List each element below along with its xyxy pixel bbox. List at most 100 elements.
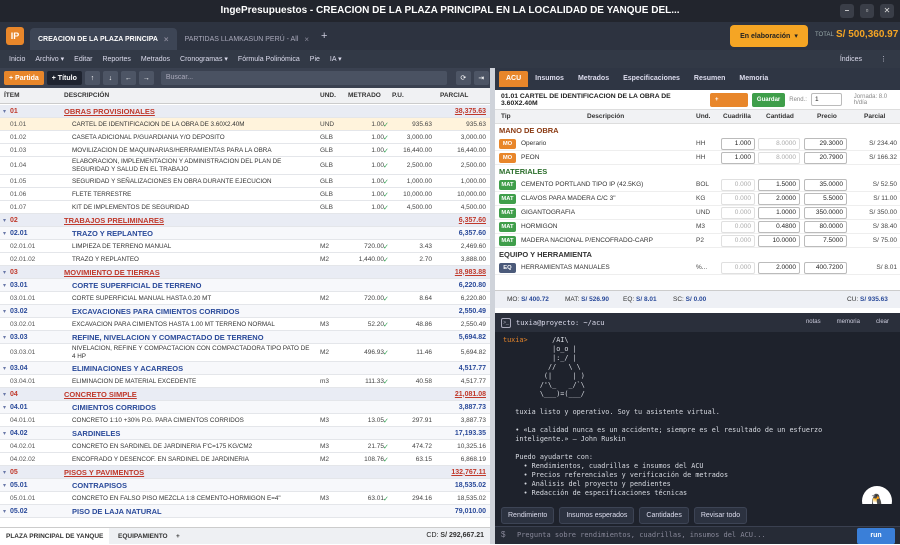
subchapter-row[interactable]: ▾ 03.03 REFINE, NIVELACION Y COMPACTADO DE…	[0, 331, 490, 344]
table-row[interactable]: 01.07 KIT DE IMPLEMENTOS DE SEGURIDAD GLB 1…	[0, 201, 490, 214]
sheet-tab-plaza[interactable]: PLAZA PRINCIPAL DE YANQUE	[0, 528, 110, 545]
expand-toggle-icon[interactable]: ▾	[3, 482, 6, 489]
table-row[interactable]: 01.01 CARTEL DE IDENTIFICACION DE LA OBRA…	[0, 118, 490, 131]
search-input[interactable]: Buscar...	[160, 71, 447, 85]
precio-input[interactable]: 350.0000	[804, 207, 847, 219]
table-row[interactable]: 02.01.02 TRAZO Y REPLANTEO M2 1,440.00 ✓ 2.70…	[0, 253, 490, 266]
menu-archivo[interactable]: Archivo ▾	[30, 55, 69, 63]
table-row[interactable]: 01.04 ELABORACION, IMPLEMENTACION Y ADMIN…	[0, 157, 490, 175]
move-up-icon[interactable]: ↑	[84, 71, 100, 85]
status-dropdown[interactable]: En elaboración ▾	[730, 25, 808, 47]
resource-row[interactable]: MAT CEMENTO PORTLAND TIPO IP (42.5KG) BOL 0…	[495, 178, 900, 192]
subchapter-row[interactable]: ▾ 03.02 EXCAVACIONES PARA CIMIENTOS CORRID…	[0, 305, 490, 318]
add-partida-button[interactable]: + Partida	[4, 71, 44, 85]
table-row[interactable]: 04.02.02 ENCOFRADO Y DESENCOF. EN SARDINE…	[0, 453, 490, 466]
close-window-button[interactable]: ✕	[880, 4, 894, 18]
add-titulo-button[interactable]: + Título	[46, 71, 82, 85]
subchapter-row[interactable]: ▾ 03.01 CORTE SUPERFICIAL DE TERRENO 6,220.…	[0, 279, 490, 292]
cuadrilla-input[interactable]: 0.000	[721, 207, 755, 219]
expand-toggle-icon[interactable]: ▾	[3, 508, 6, 515]
table-row[interactable]: 04.01.01 CONCRETO 1:10 +30% P.G. PARA CIM…	[0, 414, 490, 427]
menu-editar[interactable]: Editar	[69, 56, 97, 63]
cantidad-input[interactable]: 8.0000	[758, 152, 800, 164]
sheet-tab-equipamiento[interactable]: EQUIPAMIENTO	[112, 528, 174, 545]
outdent-icon[interactable]: ←	[120, 71, 136, 85]
tab-memoria[interactable]: Memoria	[732, 71, 775, 87]
tab-acu[interactable]: ACU	[499, 71, 529, 87]
doc-tab[interactable]: PARTIDAS LLAMKASUN PERÚ - All ×	[177, 28, 317, 50]
table-row[interactable]: 03.02.01 EXCAVACION PARA CIMIENTOS HASTA …	[0, 318, 490, 331]
cuadrilla-input[interactable]: 0.000	[721, 193, 755, 205]
quick-revisar-button[interactable]: Revisar todo	[693, 506, 748, 524]
tab-especificaciones[interactable]: Especificaciones	[616, 71, 687, 87]
expand-toggle-icon[interactable]: ▾	[3, 430, 6, 437]
cuadrilla-input[interactable]: 1.000	[721, 138, 755, 150]
table-row[interactable]: 05.01.01 CONCRETO EN FALSO PISO MEZCLA 1:…	[0, 492, 490, 505]
cantidad-input[interactable]: 10.0000	[758, 235, 800, 247]
run-button[interactable]: run	[857, 528, 895, 544]
add-resource-button[interactable]: + Recurso	[710, 92, 748, 117]
menu-inicio[interactable]: Inicio	[4, 56, 30, 63]
resource-row[interactable]: MAT CLAVOS PARA MADERA C/C 3" KG 0.000 2.000…	[495, 192, 900, 206]
expand-toggle-icon[interactable]: ▾	[3, 308, 6, 315]
menu-reportes[interactable]: Reportes	[97, 56, 135, 63]
subchapter-row[interactable]: ▾ 05.02 PISO DE LAJA NATURAL 79,010.00	[0, 505, 490, 518]
quick-cantidades-button[interactable]: Cantidades	[639, 506, 689, 524]
cantidad-input[interactable]: 8.0000	[758, 138, 800, 150]
precio-input[interactable]: 35.0000	[804, 179, 847, 191]
table-row[interactable]: 04.02.01 CONCRETO EN SARDINEL DE JARDINER…	[0, 440, 490, 453]
cuadrilla-input[interactable]: 1.000	[721, 152, 755, 164]
chapter-row[interactable]: ▾ 04 CONCRETO SIMPLE 21,081.08	[0, 388, 490, 401]
table-row[interactable]: 02.01.01 LIMPIEZA DE TERRENO MANUAL M2 720.…	[0, 240, 490, 253]
indent-icon[interactable]: →	[138, 71, 154, 85]
expand-toggle-icon[interactable]: ▾	[3, 391, 6, 398]
chapter-row[interactable]: ▾ 03 MOVIMIENTO DE TIERRAS 18,983.88	[0, 266, 490, 279]
expand-toggle-icon[interactable]: ▾	[3, 365, 6, 372]
save-button[interactable]: Guardar	[751, 92, 786, 107]
precio-input[interactable]: 29.3000	[804, 138, 847, 150]
table-row[interactable]: 03.04.01 ELIMINACION DE MATERIAL EXCEDENT…	[0, 375, 490, 388]
expand-toggle-icon[interactable]: ▾	[3, 404, 6, 411]
menu-ia[interactable]: IA ▾	[325, 55, 347, 63]
add-sheet-button[interactable]: +	[170, 528, 186, 545]
table-row[interactable]: 01.03 MOVILIZACION DE MAQUINARIAS/HERRAMI…	[0, 144, 490, 157]
tab-resumen[interactable]: Resumen	[687, 71, 733, 87]
close-tab-icon[interactable]: ×	[304, 35, 309, 44]
precio-input[interactable]: 400.7200	[804, 262, 847, 274]
menu-cronogramas[interactable]: Cronogramas ▾	[175, 55, 233, 63]
quick-insumos-button[interactable]: Insumos esperados	[559, 506, 635, 524]
subchapter-row[interactable]: ▾ 04.02 SARDINELES 17,193.35	[0, 427, 490, 440]
table-row[interactable]: 01.06 FLETE TERRESTRE GLB 1.00 ✓ 10,000.00 10,…	[0, 188, 490, 201]
resource-row[interactable]: MAT GIGANTOGRAFIA UND 0.000 1.0000 350.0000 S/…	[495, 206, 900, 220]
add-tab-button[interactable]: +	[321, 30, 327, 42]
refresh-icon[interactable]: ⟳	[455, 71, 471, 85]
chapter-row[interactable]: ▾ 02 TRABAJOS PRELIMINARES 6,357.60	[0, 214, 490, 227]
cuadrilla-input[interactable]: 0.000	[721, 262, 755, 274]
resource-row[interactable]: MO Operario HH 1.000 8.0000 29.3000 S/ 234.40	[495, 137, 900, 151]
quick-rendimiento-button[interactable]: Rendimiento	[501, 506, 555, 524]
resource-row[interactable]: MO PEON HH 1.000 8.0000 20.7900 S/ 166.32	[495, 151, 900, 165]
subchapter-row[interactable]: ▾ 03.04 ELIMINACIONES Y ACARREOS 4,517.77	[0, 362, 490, 375]
resource-row[interactable]: EQ HERRAMIENTAS MANUALES%... 0.000 2.0000 40…	[495, 261, 900, 275]
expand-icon[interactable]: ⇥	[473, 71, 489, 85]
expand-toggle-icon[interactable]: ▾	[3, 230, 6, 237]
menu-metrados[interactable]: Metrados	[136, 56, 175, 63]
subchapter-row[interactable]: ▾ 04.01 CIMIENTOS CORRIDOS 3,887.73	[0, 401, 490, 414]
table-row[interactable]: 03.03.01 NIVELACION, REFINE Y COMPACTACIO…	[0, 344, 490, 362]
expand-toggle-icon[interactable]: ▾	[3, 282, 6, 289]
precio-input[interactable]: 7.5000	[804, 235, 847, 247]
table-row[interactable]: 03.01.01 CORTE SUPERFICIAL MANUAL HASTA 0…	[0, 292, 490, 305]
rend-input[interactable]: 1	[810, 93, 842, 106]
table-row[interactable]: 01.05 SEGURIDAD Y SEÑALIZACIONES EN OBRA …	[0, 175, 490, 188]
memory-button[interactable]: memoria	[832, 316, 865, 329]
menu-indices[interactable]: Índices	[835, 56, 867, 63]
expand-toggle-icon[interactable]: ▾	[3, 469, 6, 476]
menu-pie[interactable]: Pie	[305, 56, 325, 63]
resource-row[interactable]: MAT MADERA NACIONAL P/ENCOFRADO-CARP P2 0.0…	[495, 234, 900, 248]
cantidad-input[interactable]: 2.0000	[758, 262, 800, 274]
cantidad-input[interactable]: 0.4800	[758, 221, 800, 233]
clear-button[interactable]: clear	[871, 316, 894, 329]
minimize-button[interactable]: –	[840, 4, 854, 18]
subchapter-row[interactable]: ▾ 02.01 TRAZO Y REPLANTEO 6,357.60	[0, 227, 490, 240]
cuadrilla-input[interactable]: 0.000	[721, 179, 755, 191]
